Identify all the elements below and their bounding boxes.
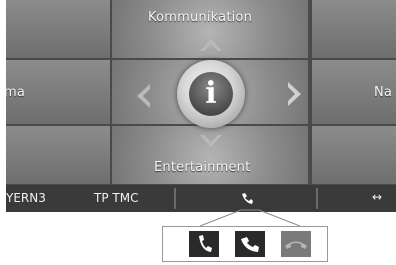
info-icon[interactable]: i [189, 72, 233, 116]
call-options-panel [162, 226, 328, 262]
tile-bottom-right [310, 124, 396, 186]
menu-grid: Kommunikation Entertainment ma Na i [6, 0, 396, 186]
status-divider [174, 188, 176, 209]
phone-icon [189, 231, 219, 257]
arrow-left-icon[interactable] [134, 82, 152, 110]
label-right: Na [374, 85, 393, 100]
accept-call-button[interactable] [235, 231, 265, 257]
controller-knob[interactable]: i [177, 60, 245, 128]
traffic-info: TP TMC [94, 191, 139, 205]
callout-pointer [200, 209, 300, 227]
nav-screen: Kommunikation Entertainment ma Na i YERN… [6, 0, 396, 212]
station-name: YERN3 [6, 191, 46, 205]
more-indicator: ↔ [372, 190, 383, 204]
status-bar: YERN3 TP TMC ↔ [6, 185, 396, 212]
accept-call-icon [235, 231, 265, 257]
hang-up-button[interactable] [281, 231, 311, 257]
arrow-right-icon[interactable] [286, 80, 304, 108]
label-entertainment: Entertainment [154, 160, 251, 175]
phone-button[interactable] [189, 231, 219, 257]
arrow-up-icon[interactable] [198, 36, 224, 52]
status-divider [316, 188, 318, 209]
label-left: ma [6, 85, 26, 100]
handset-icon[interactable] [240, 191, 254, 205]
hang-up-icon [281, 231, 311, 257]
tile-top-right [310, 0, 396, 60]
arrow-down-icon[interactable] [198, 134, 224, 150]
tile-top-left [6, 0, 112, 60]
tile-bottom-left [6, 124, 112, 186]
label-kommunikation: Kommunikation [148, 10, 253, 25]
